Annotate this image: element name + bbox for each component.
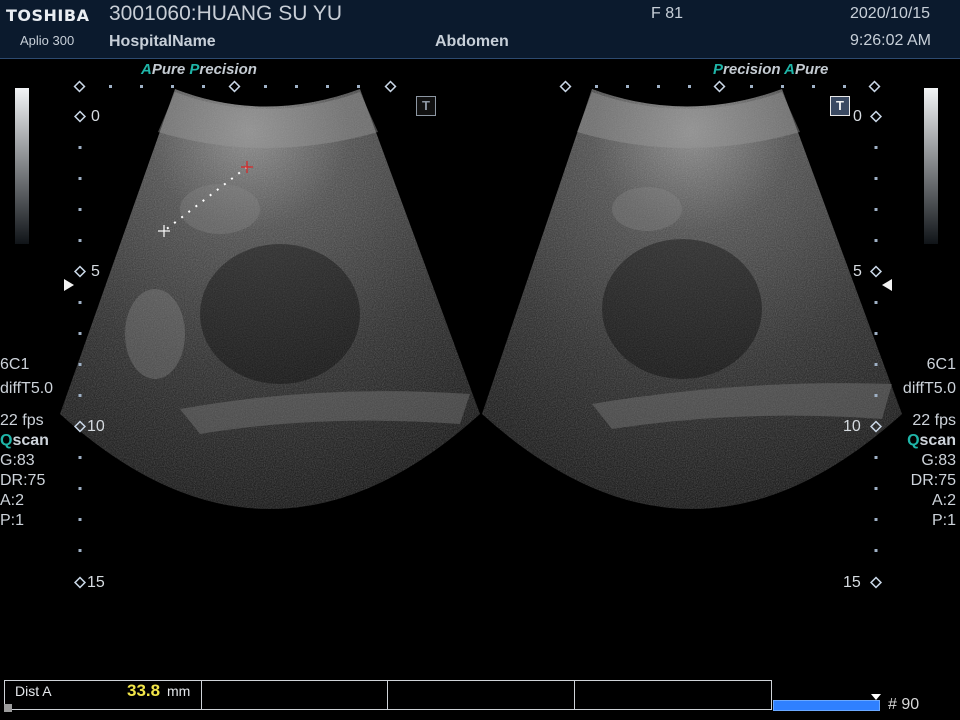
depth-label-10-left: 10 bbox=[87, 418, 105, 435]
badge-pure-word: Pure bbox=[151, 61, 186, 78]
cine-progress-bar[interactable] bbox=[773, 700, 880, 711]
preset-name: diffT5.0 bbox=[902, 380, 956, 397]
badge-a-letter: A bbox=[141, 61, 152, 78]
depth-label-0-left: 0 bbox=[91, 108, 100, 125]
measurement-results-bar[interactable]: Dist A 33.8 mm bbox=[4, 680, 772, 710]
pure-precision-badge-left: APure Precision bbox=[141, 61, 257, 78]
qscan-label: Qscan bbox=[903, 431, 956, 451]
gain-value: G:83 bbox=[0, 452, 35, 469]
imaging-params-right: 6C1 diffT5.0 22 fps Qscan G:83 DR:75 A:2… bbox=[903, 355, 956, 531]
exam-preset: Abdomen bbox=[435, 33, 509, 50]
a-value: A:2 bbox=[931, 492, 956, 509]
dynamic-range-value: DR:75 bbox=[0, 472, 46, 489]
badge-precision-word: recision bbox=[199, 61, 257, 78]
qscan-scan: scan bbox=[12, 432, 49, 449]
depth-label-0-right: 0 bbox=[853, 108, 862, 125]
measurement-cell-2[interactable] bbox=[201, 681, 388, 709]
p-value: P:1 bbox=[931, 512, 956, 529]
distance-caliper[interactable] bbox=[155, 158, 255, 240]
patient-sex-age: F 81 bbox=[651, 5, 684, 22]
badge-a-letter: A bbox=[784, 61, 796, 78]
measurement-cell-4[interactable] bbox=[575, 681, 770, 709]
probe-name: 6C1 bbox=[0, 356, 30, 373]
cine-position-marker[interactable] bbox=[871, 694, 881, 700]
gain-value: G:83 bbox=[921, 452, 956, 469]
preset-name: diffT5.0 bbox=[0, 380, 54, 397]
frame-rate: 22 fps bbox=[0, 412, 44, 429]
a-value: A:2 bbox=[0, 492, 25, 509]
grayscale-bar-right bbox=[924, 88, 938, 244]
cine-indicator bbox=[4, 704, 12, 712]
badge-pure-word: Pure bbox=[795, 61, 829, 78]
badge-p-letter: P bbox=[189, 61, 200, 78]
imaging-params-left: 6C1 diffT5.0 22 fps Qscan G:83 DR:75 A:2… bbox=[0, 355, 53, 531]
model-name: Aplio 300 bbox=[20, 33, 75, 48]
measurement-cell-1[interactable]: Dist A 33.8 mm bbox=[5, 681, 202, 709]
depth-label-5-right: 5 bbox=[853, 263, 862, 280]
patient-id-name: 3001060:HUANG SU YU bbox=[109, 2, 343, 25]
hospital-name: HospitalName bbox=[109, 33, 216, 50]
depth-label-15-left: 15 bbox=[87, 574, 105, 591]
dynamic-range-value: DR:75 bbox=[910, 472, 956, 489]
pure-precision-badge-right: Precision APure bbox=[713, 61, 828, 78]
badge-p-letter: P bbox=[713, 61, 724, 78]
qscan-q: Q bbox=[0, 432, 13, 449]
transducer-orientation-marker-left[interactable]: T bbox=[416, 96, 436, 116]
depth-scale-right bbox=[869, 110, 883, 589]
cine-frame-number: # 90 bbox=[888, 696, 920, 713]
header-bar: TOSHIBA Aplio 300 3001060:HUANG SU YU Ho… bbox=[0, 0, 960, 59]
qscan-scan: scan bbox=[919, 432, 956, 449]
exam-date: 2020/10/15 bbox=[850, 5, 931, 22]
probe-name: 6C1 bbox=[926, 356, 956, 373]
qscan-label: Qscan bbox=[0, 431, 53, 451]
focus-marker-left[interactable] bbox=[64, 279, 74, 291]
grayscale-bar-left bbox=[15, 88, 29, 244]
ultrasound-image-right[interactable] bbox=[482, 84, 902, 604]
badge-precision-word: recision bbox=[723, 61, 781, 78]
measurement-cell-3[interactable] bbox=[388, 681, 575, 709]
p-value: P:1 bbox=[0, 512, 25, 529]
frame-rate: 22 fps bbox=[912, 412, 956, 429]
exam-time: 9:26:02 AM bbox=[850, 32, 931, 49]
qscan-q: Q bbox=[907, 432, 920, 449]
depth-label-5-left: 5 bbox=[91, 263, 100, 280]
measurement-unit: mm bbox=[167, 683, 191, 699]
measurement-label: Dist A bbox=[15, 683, 52, 699]
ultrasound-image-left[interactable] bbox=[60, 84, 480, 604]
depth-label-10-right: 10 bbox=[843, 418, 861, 435]
transducer-orientation-marker-right[interactable]: T bbox=[830, 96, 850, 116]
depth-scale-left bbox=[73, 110, 87, 589]
brand-logo: TOSHIBA bbox=[6, 6, 90, 25]
focus-marker-right[interactable] bbox=[882, 279, 892, 291]
depth-label-15-right: 15 bbox=[843, 574, 861, 591]
measurement-value: 33.8 bbox=[127, 681, 161, 700]
